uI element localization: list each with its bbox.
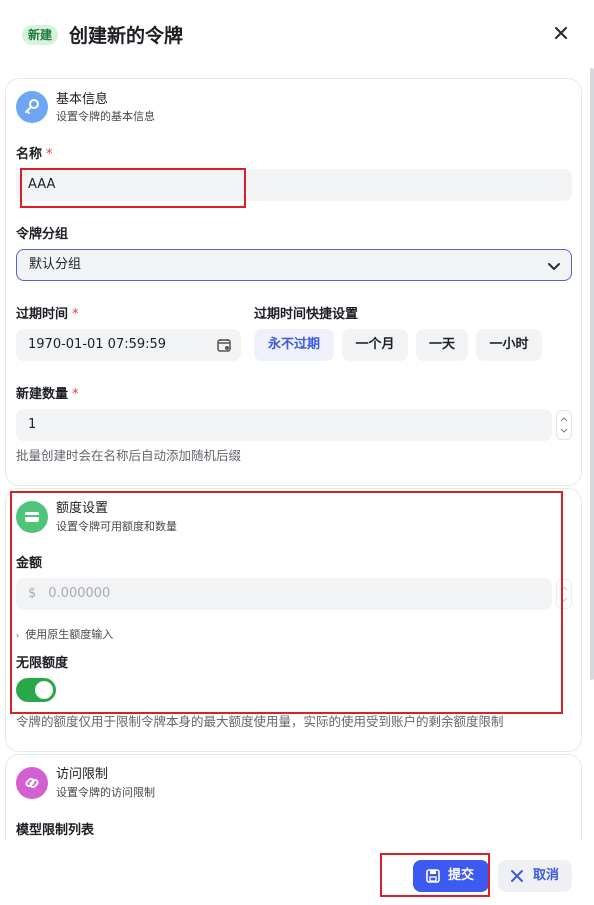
amount-input[interactable]: $0.000000 (16, 578, 552, 610)
unlimited-toggle[interactable] (16, 678, 56, 702)
toggle-knob (35, 681, 53, 699)
stepper-up-icon (560, 586, 568, 591)
raw-quota-toggle[interactable]: › 使用原生额度输入 (16, 628, 113, 643)
access-card: 访问限制 设置令牌的访问限制 模型限制列表 (5, 754, 582, 840)
submit-button[interactable]: 提交 (413, 860, 489, 892)
currency-symbol: $ (28, 586, 37, 601)
close-button[interactable] (551, 23, 571, 43)
chevron-down-icon (548, 263, 560, 270)
count-stepper[interactable] (556, 410, 572, 440)
quick-hour-button[interactable]: 一小时 (476, 329, 542, 361)
group-selected-value: 默认分组 (29, 257, 82, 272)
save-icon (426, 869, 440, 883)
unlimited-label: 无限额度 (16, 656, 69, 671)
amount-stepper[interactable] (556, 579, 572, 609)
quick-expire-label: 过期时间快捷设置 (254, 307, 359, 322)
dialog-body[interactable]: 基本信息 设置令牌的基本信息 名称 * AAA 令牌分组 默认分组 过期时间 * 1… (0, 70, 594, 840)
count-label: 新建数量 * (16, 387, 79, 402)
create-token-dialog: 新建 创建新的令牌 基本信息 设置令牌的基本信息 名称 * AAA 令牌分组 默… (0, 0, 594, 905)
credit-card-icon (16, 501, 48, 533)
key-icon (16, 91, 48, 123)
count-hint: 批量创建时会在名称后自动添加随机后缀 (16, 448, 242, 463)
dialog-footer: 提交 取消 (0, 840, 594, 905)
section-subtitle: 设置令牌的访问限制 (56, 786, 155, 799)
expire-date-input[interactable]: 1970-01-01 07:59:59 (16, 329, 241, 361)
expire-date-value: 1970-01-01 07:59:59 (28, 337, 167, 352)
name-label: 名称 * (16, 147, 53, 162)
stepper-down-icon (560, 428, 568, 433)
quota-card: 额度设置 设置令牌可用额度和数量 金额 $0.000000 › 使用原生额度输入 … (5, 488, 582, 752)
section-title: 基本信息 (56, 92, 109, 107)
model-list-label: 模型限制列表 (16, 823, 95, 838)
count-input[interactable]: 1 (16, 409, 552, 441)
chevron-right-icon: › (16, 631, 20, 640)
quick-never-button[interactable]: 永不过期 (254, 329, 334, 361)
required-mark: * (72, 387, 79, 402)
amount-placeholder: 0.000000 (48, 586, 111, 601)
cancel-button[interactable]: 取消 (498, 860, 572, 892)
section-subtitle: 设置令牌的基本信息 (56, 110, 155, 123)
dialog-header: 新建 创建新的令牌 (0, 0, 594, 70)
group-select[interactable]: 默认分组 (16, 249, 572, 281)
quick-day-button[interactable]: 一天 (416, 329, 468, 361)
stepper-down-icon (560, 597, 568, 602)
stepper-up-icon (560, 417, 568, 422)
name-input[interactable]: AAA (16, 169, 572, 201)
quick-month-button[interactable]: 一个月 (342, 329, 408, 361)
basic-info-card: 基本信息 设置令牌的基本信息 名称 * AAA 令牌分组 默认分组 过期时间 * 1… (5, 78, 582, 486)
link-icon (16, 767, 48, 799)
dialog-title: 创建新的令牌 (69, 25, 184, 47)
close-icon (554, 26, 568, 40)
section-subtitle: 设置令牌可用额度和数量 (56, 520, 177, 533)
quota-note: 令牌的额度仅用于限制令牌本身的最大额度使用量，实际的使用受到账户的剩余额度限制 (16, 714, 504, 729)
close-icon (511, 870, 523, 882)
amount-label: 金额 (16, 556, 43, 571)
cancel-label: 取消 (533, 868, 560, 883)
section-title: 额度设置 (56, 501, 109, 516)
new-badge: 新建 (22, 25, 59, 45)
raw-quota-label: 使用原生额度输入 (25, 628, 114, 641)
calendar-icon[interactable] (217, 338, 231, 352)
submit-label: 提交 (448, 868, 475, 883)
required-mark: * (72, 307, 79, 322)
group-label: 令牌分组 (16, 227, 69, 242)
expire-label: 过期时间 * (16, 307, 79, 322)
required-mark: * (46, 147, 53, 162)
section-title: 访问限制 (56, 767, 109, 782)
